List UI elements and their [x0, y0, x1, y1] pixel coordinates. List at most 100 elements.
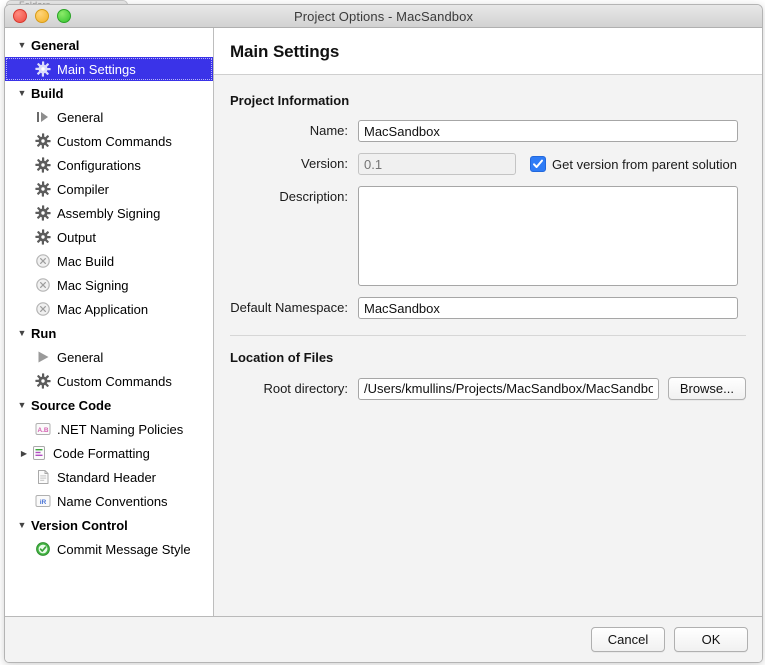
sidebar-item-custom-commands[interactable]: Custom Commands: [5, 369, 213, 393]
dialog-footer: Cancel OK: [5, 616, 762, 662]
sidebar-item-label: Commit Message Style: [57, 542, 191, 557]
get-version-checkbox-label: Get version from parent solution: [552, 157, 737, 172]
gear-icon: [35, 373, 51, 389]
default-namespace-label: Default Namespace:: [230, 297, 358, 319]
sidebar-item-commit-message-style[interactable]: Commit Message Style: [5, 537, 213, 561]
play-icon: [35, 349, 51, 365]
gear-icon: [35, 133, 51, 149]
circle-x-icon: [35, 301, 51, 317]
version-input: [358, 153, 516, 175]
sidebar-item-label: Build: [31, 86, 64, 101]
ok-button[interactable]: OK: [674, 627, 748, 652]
gear-icon: [35, 157, 51, 173]
titlebar: Project Options - MacSandbox: [5, 5, 762, 28]
sidebar-item-net-naming-policies[interactable]: A.B .NET Naming Policies: [5, 417, 213, 441]
content-header: Main Settings: [214, 28, 762, 75]
chevron-down-icon[interactable]: [15, 89, 29, 98]
root-directory-label: Root directory:: [230, 378, 358, 400]
root-directory-row: Root directory: Browse...: [230, 377, 746, 400]
ir-badge-icon: iR: [35, 493, 51, 509]
content-panel: Main Settings Project Information Name: …: [214, 28, 762, 616]
chevron-down-icon[interactable]: [15, 329, 29, 338]
version-field-row: Version: Get version from parent solutio…: [230, 153, 746, 175]
sidebar-item-label: Mac Build: [57, 254, 114, 269]
gear-icon: [35, 229, 51, 245]
description-label: Description:: [230, 186, 358, 208]
browse-button[interactable]: Browse...: [668, 377, 746, 400]
sidebar-item-label: Compiler: [57, 182, 109, 197]
sidebar-item-label: Run: [31, 326, 56, 341]
sidebar-item-standard-header[interactable]: Standard Header: [5, 465, 213, 489]
sidebar-item-label: Mac Application: [57, 302, 148, 317]
gear-icon: [35, 61, 51, 77]
circle-x-icon: [35, 253, 51, 269]
sidebar-item-label: Name Conventions: [57, 494, 168, 509]
get-version-checkbox-row[interactable]: Get version from parent solution: [530, 153, 737, 175]
project-information-heading: Project Information: [230, 93, 746, 108]
version-label: Version:: [230, 153, 358, 175]
build-run-icon: [35, 109, 51, 125]
sidebar-item-label: General: [57, 350, 103, 365]
namespace-field-row: Default Namespace:: [230, 297, 746, 319]
sidebar-item-output[interactable]: Output: [5, 225, 213, 249]
sidebar-item-configurations[interactable]: Configurations: [5, 153, 213, 177]
name-label: Name:: [230, 120, 358, 142]
chevron-right-icon[interactable]: [17, 449, 31, 458]
sidebar-item-code-formatting[interactable]: Code Formatting: [5, 441, 213, 465]
sidebar-item-label: Code Formatting: [53, 446, 150, 461]
circle-x-icon: [35, 277, 51, 293]
content-inner: Project Information Name: Version: Get v…: [214, 75, 762, 616]
window-title: Project Options - MacSandbox: [294, 9, 473, 24]
maximize-button-icon[interactable]: [57, 9, 71, 23]
sidebar-item-general[interactable]: General: [5, 345, 213, 369]
name-field-row: Name:: [230, 120, 746, 142]
sidebar-item-label: Source Code: [31, 398, 111, 413]
chevron-down-icon[interactable]: [15, 521, 29, 530]
gear-icon: [35, 205, 51, 221]
sidebar-item-label: General: [31, 38, 79, 53]
sidebar-item-custom-commands[interactable]: Custom Commands: [5, 129, 213, 153]
sidebar-item-assembly-signing[interactable]: Assembly Signing: [5, 201, 213, 225]
svg-text:A.B: A.B: [37, 427, 48, 434]
app-root: Folders Project Options - MacSandbox Gen…: [0, 0, 765, 665]
checkbox-checked-icon[interactable]: [530, 156, 546, 172]
close-button-icon[interactable]: [13, 9, 27, 23]
window-body: General Main Settings Build General Custom C…: [5, 28, 762, 616]
name-input[interactable]: [358, 120, 738, 142]
sidebar-item-label: Custom Commands: [57, 134, 172, 149]
sidebar-item-compiler[interactable]: Compiler: [5, 177, 213, 201]
chevron-down-icon[interactable]: [15, 401, 29, 410]
chevron-down-icon[interactable]: [15, 41, 29, 50]
svg-text:iR: iR: [40, 499, 47, 506]
sidebar-item-label: Mac Signing: [57, 278, 129, 293]
sidebar-item-general[interactable]: General: [5, 105, 213, 129]
green-check-icon: [35, 541, 51, 557]
sidebar-item-mac-build[interactable]: Mac Build: [5, 249, 213, 273]
sidebar-item-build[interactable]: Build: [5, 81, 213, 105]
sidebar-item-version-control[interactable]: Version Control: [5, 513, 213, 537]
sidebar-item-general[interactable]: General: [5, 33, 213, 57]
sidebar-item-label: Configurations: [57, 158, 141, 173]
sidebar-item-label: Output: [57, 230, 96, 245]
sidebar-item-label: Main Settings: [57, 62, 136, 77]
sidebar-item-label: Custom Commands: [57, 374, 172, 389]
sidebar-item-run[interactable]: Run: [5, 321, 213, 345]
location-of-files-heading: Location of Files: [230, 350, 746, 365]
minimize-button-icon[interactable]: [35, 9, 49, 23]
project-options-window: Project Options - MacSandbox General Main…: [4, 4, 763, 663]
description-textarea[interactable]: [358, 186, 738, 286]
sidebar-item-source-code[interactable]: Source Code: [5, 393, 213, 417]
sidebar-item-label: General: [57, 110, 103, 125]
sidebar-item-main-settings[interactable]: Main Settings: [5, 57, 213, 81]
sidebar-item-mac-application[interactable]: Mac Application: [5, 297, 213, 321]
sidebar-item-label: .NET Naming Policies: [57, 422, 183, 437]
sidebar-item-name-conventions[interactable]: iR Name Conventions: [5, 489, 213, 513]
settings-sidebar[interactable]: General Main Settings Build General Custom C…: [5, 28, 214, 616]
root-directory-input[interactable]: [358, 378, 659, 400]
sidebar-item-label: Version Control: [31, 518, 128, 533]
sidebar-item-label: Assembly Signing: [57, 206, 160, 221]
gear-icon: [35, 181, 51, 197]
default-namespace-input[interactable]: [358, 297, 738, 319]
sidebar-item-mac-signing[interactable]: Mac Signing: [5, 273, 213, 297]
cancel-button[interactable]: Cancel: [591, 627, 665, 652]
